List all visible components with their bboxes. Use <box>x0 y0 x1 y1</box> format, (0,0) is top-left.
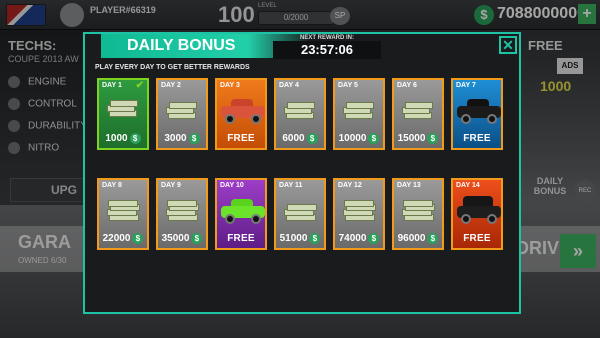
cash-stack-icon <box>343 100 375 122</box>
reward-amount: 1000 $ <box>99 130 147 148</box>
day-label: DAY 5 <box>338 82 358 89</box>
day-label: DAY 4 <box>279 82 299 89</box>
day-tile-13[interactable]: DAY 13 96000 $ <box>392 178 444 250</box>
day-label: DAY 14 <box>456 182 480 189</box>
day-label: DAY 2 <box>161 82 181 89</box>
reward-grid: DAY 1 ✔ 1000$ DAY 2 3000$ DAY 3 FREE CAR… <box>97 78 511 306</box>
reward-free-car: FREE CAR <box>227 233 255 244</box>
day-label: DAY 13 <box>397 182 421 189</box>
day-tile-14[interactable]: DAY 14 FREE CAR <box>451 178 503 250</box>
day-tile-6[interactable]: DAY 6 15000 $ <box>392 78 444 150</box>
day-label: DAY 10 <box>220 182 244 189</box>
car-icon <box>221 98 265 124</box>
money-bags-icon <box>402 200 435 222</box>
day-tile-3[interactable]: DAY 3 FREE CAR <box>215 78 267 150</box>
reward-amount: 22000 $ <box>99 230 147 248</box>
reward-amount: 15000 $ <box>394 130 442 148</box>
dollar-icon: $ <box>191 232 203 244</box>
suv-icon <box>457 196 501 224</box>
day-tile-2[interactable]: DAY 2 3000 $ <box>156 78 208 150</box>
day-label: DAY 8 <box>102 182 122 189</box>
dollar-icon: $ <box>368 232 380 244</box>
reward-amount: 74000 $ <box>335 230 383 248</box>
day-tile-11[interactable]: DAY 11 51000 $ <box>274 178 326 250</box>
reward-free-car: FREE CAR <box>227 133 255 144</box>
day-tile-10[interactable]: DAY 10 FREE CAR <box>215 178 267 250</box>
reward-free-car: FREE CAR <box>463 233 491 244</box>
reward-amount: 3000 $ <box>158 130 206 148</box>
day-label: DAY 11 <box>279 182 303 189</box>
money-bag-icon <box>284 200 317 222</box>
reward-free-car: FREE CAR <box>463 133 491 144</box>
cash-stack-icon <box>107 200 140 222</box>
day-label: DAY 6 <box>397 82 417 89</box>
reward-amount: 6000 $ <box>276 130 324 148</box>
cash-stack-icon <box>402 100 434 122</box>
dollar-icon: $ <box>129 132 141 144</box>
car-icon <box>457 98 501 124</box>
day-label: DAY 3 <box>220 82 240 89</box>
close-button[interactable]: ✕ <box>499 36 517 54</box>
cash-stack-icon <box>107 100 139 122</box>
daily-bonus-dialog: DAILY BONUS NEXT REWARD IN: 23:57:06 ✕ P… <box>83 32 521 314</box>
reward-amount: 51000 $ <box>276 230 324 248</box>
dollar-icon: $ <box>427 232 439 244</box>
day-tile-1[interactable]: DAY 1 ✔ 1000 $ <box>97 78 149 150</box>
dialog-subtitle: PLAY EVERY DAY TO GET BETTER REWARDS <box>95 64 250 71</box>
dollar-icon: $ <box>309 232 321 244</box>
cash-stack-icon <box>166 100 198 122</box>
day-label: DAY 7 <box>456 82 476 89</box>
dollar-icon: $ <box>368 132 380 144</box>
dollar-icon: $ <box>132 232 144 244</box>
check-icon: ✔ <box>135 80 144 91</box>
cash-stack-icon <box>166 200 199 222</box>
countdown-timer: 23:57:06 <box>273 41 381 59</box>
day-label: DAY 12 <box>338 182 362 189</box>
day-tile-7[interactable]: DAY 7 FREE CAR <box>451 78 503 150</box>
day-label: DAY 1 <box>102 82 122 89</box>
cash-stack-icon <box>284 100 316 122</box>
dollar-icon: $ <box>427 132 439 144</box>
day-label: DAY 9 <box>161 182 181 189</box>
dollar-icon: $ <box>306 132 318 144</box>
day-tile-12[interactable]: DAY 12 74000 $ <box>333 178 385 250</box>
day-tile-5[interactable]: DAY 5 10000 $ <box>333 78 385 150</box>
reward-amount: 96000 $ <box>394 230 442 248</box>
day-tile-9[interactable]: DAY 9 35000 $ <box>156 178 208 250</box>
reward-amount: 35000 $ <box>158 230 206 248</box>
reward-amount: 10000 $ <box>335 130 383 148</box>
dollar-icon: $ <box>188 132 200 144</box>
day-tile-8[interactable]: DAY 8 22000 $ <box>97 178 149 250</box>
day-tile-4[interactable]: DAY 4 6000 $ <box>274 78 326 150</box>
cash-pile-icon <box>343 200 376 222</box>
car-icon <box>221 198 265 224</box>
